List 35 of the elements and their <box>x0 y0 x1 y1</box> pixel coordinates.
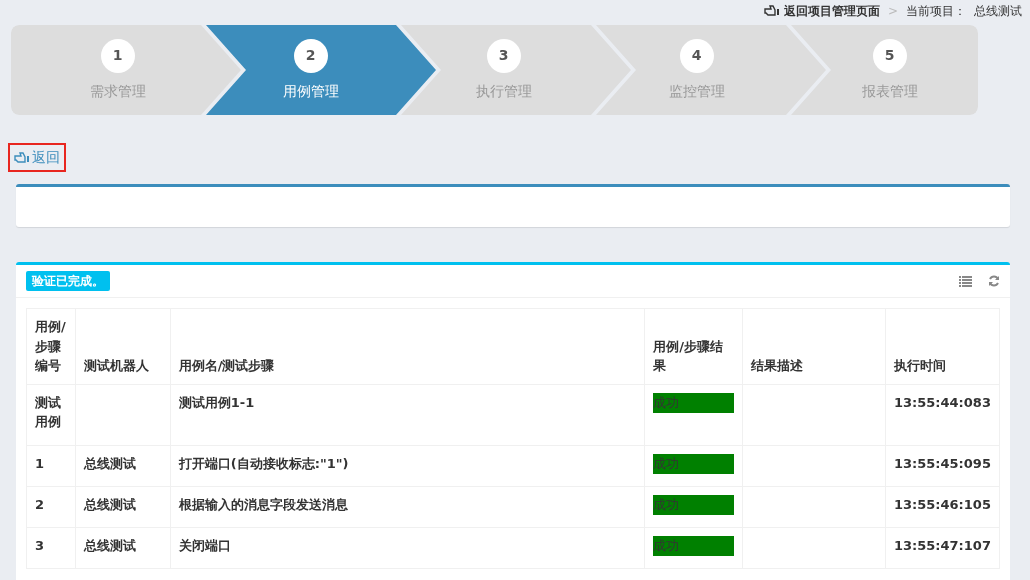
table-cell: 测试用例 <box>35 394 61 429</box>
column-header: 用例/步骤结果 <box>644 308 743 384</box>
result-status: 成功 <box>653 392 735 413</box>
table-cell: 13:55:47:107 <box>893 537 991 553</box>
back-to-projects-link[interactable]: 返回项目管理页面 <box>763 2 880 20</box>
column-header: 用例/步骤编号 <box>26 308 76 384</box>
column-header: 执行时间 <box>885 308 1000 384</box>
column-header: 用例名/测试步骤 <box>170 308 645 384</box>
breadcrumb-separator: > <box>887 3 898 20</box>
table-cell: 测试用例1-1 <box>178 394 255 410</box>
table-cell: 总线测试 <box>83 537 136 553</box>
list-icon[interactable] <box>959 275 972 287</box>
table-cell: 3 <box>35 537 45 553</box>
wizard-step[interactable]: 5 报表管理 <box>793 25 986 115</box>
current-project-label: 当前项目： <box>906 3 966 20</box>
current-project-name: 总线测试 <box>974 3 1022 20</box>
table-cell: 根据输入的消息字段发送消息 <box>178 496 348 512</box>
pointing-hand-icon <box>14 151 30 164</box>
table-cell: 13:55:45:095 <box>893 455 991 471</box>
result-status: 成功 <box>653 494 735 515</box>
refresh-icon[interactable] <box>988 275 1000 287</box>
column-header: 结果描述 <box>742 308 886 384</box>
result-status: 成功 <box>653 535 735 556</box>
table-cell: 关闭端口 <box>178 537 231 553</box>
table-cell: 打开端口(自动接收标志:"1") <box>178 455 349 471</box>
table-cell: 1 <box>35 455 45 471</box>
table-cell: 13:55:46:105 <box>893 496 991 512</box>
table-cell: 2 <box>35 496 45 512</box>
result-status: 成功 <box>653 453 735 474</box>
column-header: 测试机器人 <box>75 308 171 384</box>
pointing-hand-icon <box>763 5 780 17</box>
status-badge: 验证已完成。 <box>26 271 110 291</box>
table-cell: 13:55:44:083 <box>893 394 991 410</box>
table-cell: 总线测试 <box>83 455 136 471</box>
table-cell: 总线测试 <box>83 496 136 512</box>
